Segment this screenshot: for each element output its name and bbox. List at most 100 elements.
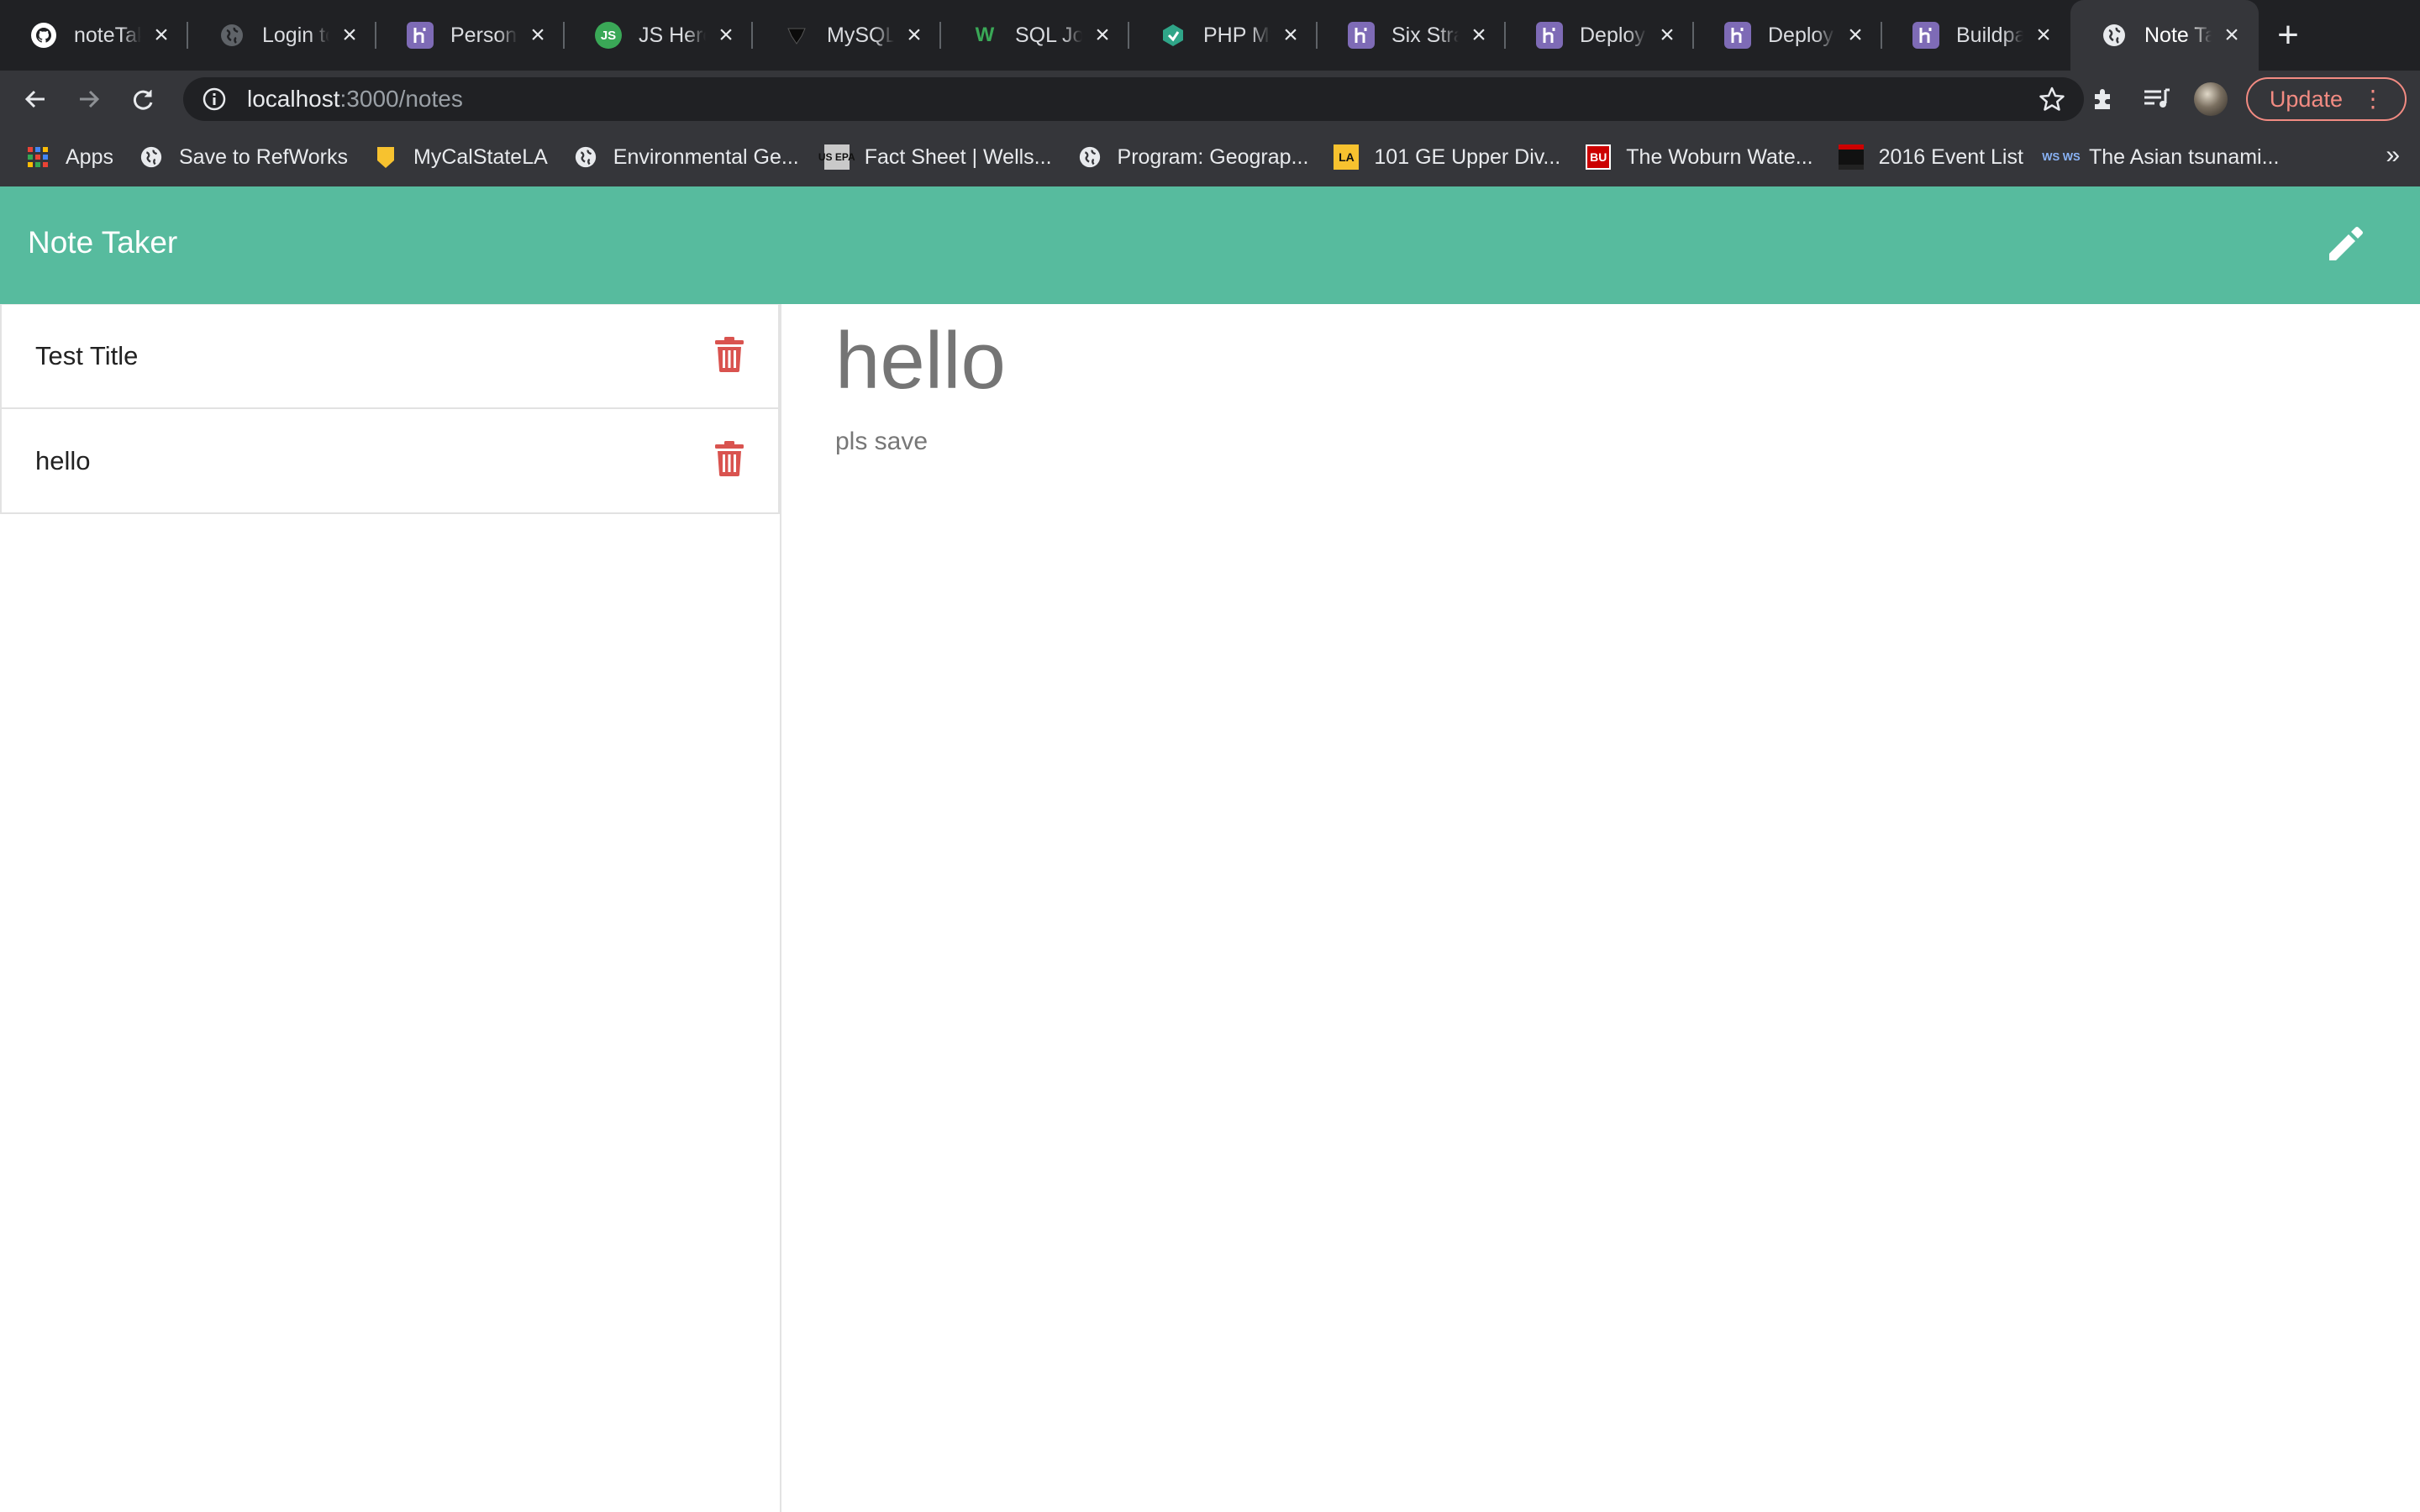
bu-icon: BU: [1586, 144, 1612, 170]
tab-title: JS Hero: [639, 23, 706, 47]
list-item[interactable]: hello: [0, 409, 780, 514]
tab-title: Deploying: [1768, 23, 1835, 47]
bookmark-fact-sheet[interactable]: US EPA Fact Sheet | Wells...: [818, 144, 1052, 170]
mysql-icon: [783, 22, 810, 49]
tab-personal[interactable]: Personal ×: [376, 0, 565, 71]
bookmark-label: Fact Sheet | Wells...: [864, 144, 1052, 169]
bookmark-label: Program: Geograp...: [1117, 144, 1309, 169]
tab-title: noteTaker: [74, 23, 141, 47]
media-control-button[interactable]: [2130, 72, 2184, 126]
bookmark-program-geography[interactable]: Program: Geograp...: [1077, 144, 1309, 170]
heroku-icon: [1348, 22, 1375, 49]
bookmark-label: 101 GE Upper Div...: [1374, 144, 1561, 169]
bookmark-label: MyCalStateLA: [413, 144, 548, 169]
tab-buildpacks[interactable]: Buildpacks ×: [1882, 0, 2070, 71]
bookmark-ge-upper-div[interactable]: LA 101 GE Upper Div...: [1334, 144, 1560, 170]
close-icon[interactable]: ×: [1652, 20, 1682, 50]
update-button[interactable]: Update ⋮: [2245, 77, 2407, 121]
more-vert-icon: ⋮: [2361, 86, 2385, 112]
close-icon[interactable]: ×: [1087, 20, 1118, 50]
tab-php-mysql[interactable]: PHP MySQL ×: [1129, 0, 1318, 71]
note-textarea[interactable]: pls save: [835, 428, 1006, 456]
bookmark-label: The Asian tsunami...: [2088, 144, 2280, 169]
bookmark-star-icon[interactable]: [2039, 86, 2065, 113]
close-icon[interactable]: ×: [523, 20, 553, 50]
jshero-icon: JS: [595, 22, 622, 49]
info-icon[interactable]: [202, 87, 227, 112]
globe-icon: [1077, 144, 1102, 170]
note-title[interactable]: hello: [835, 312, 1006, 409]
trash-icon[interactable]: [714, 441, 744, 476]
bookmark-woburn[interactable]: BU The Woburn Wate...: [1586, 144, 1813, 170]
csula-icon: [373, 144, 398, 170]
new-tab-button[interactable]: +: [2259, 0, 2317, 71]
bookmark-environmental[interactable]: Environmental Ge...: [573, 144, 799, 170]
close-icon[interactable]: ×: [899, 20, 929, 50]
bookmark-2016-event-list[interactable]: 2016 Event List: [1838, 144, 2023, 170]
bookmark-asian-tsunami[interactable]: WS WS The Asian tsunami...: [2042, 144, 2280, 170]
event-icon: [1838, 144, 1864, 170]
globe-icon: [2101, 22, 2128, 49]
close-icon[interactable]: ×: [711, 20, 741, 50]
ws-icon: WS WS: [2042, 150, 2081, 163]
forward-button[interactable]: [62, 72, 116, 126]
update-label: Update: [2269, 86, 2343, 112]
tab-sql-joins[interactable]: W SQL Joins ×: [941, 0, 1129, 71]
bookmark-label: The Woburn Wate...: [1626, 144, 1813, 169]
chevron-double-right-icon[interactable]: »: [2386, 141, 2400, 170]
heroku-icon: [1724, 22, 1751, 49]
bookmark-refworks[interactable]: Save to RefWorks: [139, 144, 348, 170]
heroku-icon: [1912, 22, 1939, 49]
apps-grid-icon: [25, 144, 50, 170]
profile-avatar[interactable]: [2193, 82, 2228, 116]
reload-button[interactable]: [116, 72, 170, 126]
puzzle-icon: [2094, 89, 2110, 109]
close-icon[interactable]: ×: [2028, 20, 2059, 50]
close-icon[interactable]: ×: [334, 20, 365, 50]
bookmark-label: Environmental Ge...: [613, 144, 799, 169]
note-list-title[interactable]: hello: [35, 446, 91, 476]
bookmarks-bar: Apps Save to RefWorks MyCalStateLA Envir…: [0, 128, 2420, 187]
bookmark-label: Save to RefWorks: [178, 144, 348, 169]
globe-icon: [218, 22, 245, 49]
heroku-icon: [407, 22, 434, 49]
w3schools-icon: W: [975, 24, 995, 46]
pencil-icon[interactable]: [2323, 223, 2366, 267]
note-list-title[interactable]: Test Title: [35, 341, 138, 371]
back-button[interactable]: [8, 72, 62, 126]
trash-icon[interactable]: [714, 337, 744, 372]
toolbar-actions: Update ⋮: [2076, 71, 2420, 128]
tab-title: Note Taker: [2144, 23, 2212, 47]
tab-title: SQL Joins: [1015, 23, 1082, 47]
bookmark-label: Apps: [66, 144, 113, 169]
tab-title: Deploying: [1580, 23, 1647, 47]
tab-note-taker[interactable]: Note Taker ×: [2070, 0, 2259, 71]
php-icon: [1160, 22, 1186, 49]
tab-notetaker-repo[interactable]: noteTaker ×: [0, 0, 188, 71]
bookmark-mycalstatela[interactable]: MyCalStateLA: [373, 144, 548, 170]
close-icon[interactable]: ×: [1276, 20, 1306, 50]
app-navbar: Note Taker: [0, 186, 2420, 304]
url-path: :3000/notes: [339, 86, 463, 112]
bookmark-apps[interactable]: Apps: [25, 144, 113, 170]
tab-title: Six Strat: [1392, 23, 1459, 47]
note-view: hello pls save: [835, 312, 1006, 456]
tab-six-strategies[interactable]: Six Strat ×: [1318, 0, 1506, 71]
github-icon: [30, 22, 57, 49]
tab-deploying-1[interactable]: Deploying ×: [1506, 0, 1694, 71]
tab-title: PHP MySQL: [1203, 23, 1270, 47]
close-icon[interactable]: ×: [2217, 20, 2247, 50]
tab-login[interactable]: Login to ×: [188, 0, 376, 71]
extensions-button[interactable]: [2076, 72, 2130, 126]
tab-mysql[interactable]: MySQL I ×: [753, 0, 941, 71]
close-icon[interactable]: ×: [146, 20, 176, 50]
close-icon[interactable]: ×: [1840, 20, 1870, 50]
address-bar[interactable]: localhost:3000/notes: [183, 77, 2084, 121]
notes-list: Test Title hello: [0, 304, 781, 1512]
app-brand[interactable]: Note Taker: [28, 225, 177, 260]
tab-js-hero[interactable]: JS JS Hero ×: [565, 0, 753, 71]
close-icon[interactable]: ×: [1464, 20, 1494, 50]
tab-deploying-2[interactable]: Deploying ×: [1694, 0, 1882, 71]
url-host: localhost: [247, 86, 340, 112]
list-item[interactable]: Test Title: [0, 304, 780, 409]
